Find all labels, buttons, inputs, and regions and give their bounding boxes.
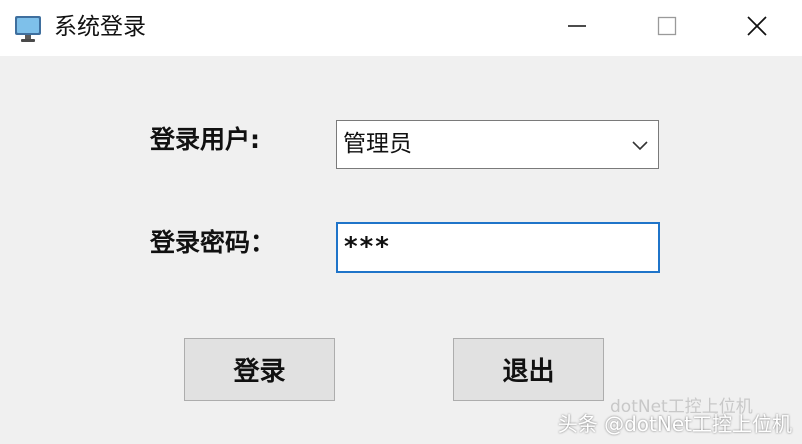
- password-field[interactable]: ***: [336, 222, 660, 273]
- password-label: 登录密码：: [150, 228, 276, 257]
- maximize-icon: [657, 16, 677, 40]
- user-select[interactable]: 管理员: [336, 120, 659, 169]
- password-field-value: ***: [343, 232, 390, 262]
- user-label: 登录用户:: [150, 125, 260, 154]
- login-button[interactable]: 登录: [184, 338, 335, 401]
- close-button[interactable]: [712, 0, 802, 56]
- computer-monitor-icon: [12, 12, 44, 44]
- minimize-button[interactable]: [532, 0, 622, 56]
- minimize-icon: [567, 16, 587, 40]
- window-title: 系统登录: [54, 14, 146, 40]
- maximize-button[interactable]: [622, 0, 712, 56]
- close-icon: [746, 15, 768, 41]
- title-bar[interactable]: 系统登录: [0, 0, 802, 56]
- exit-button[interactable]: 退出: [453, 338, 604, 401]
- user-select-value: 管理员: [343, 131, 412, 157]
- chevron-down-icon: [630, 135, 650, 155]
- watermark: 头条 @dotNet工控上位机: [557, 412, 792, 436]
